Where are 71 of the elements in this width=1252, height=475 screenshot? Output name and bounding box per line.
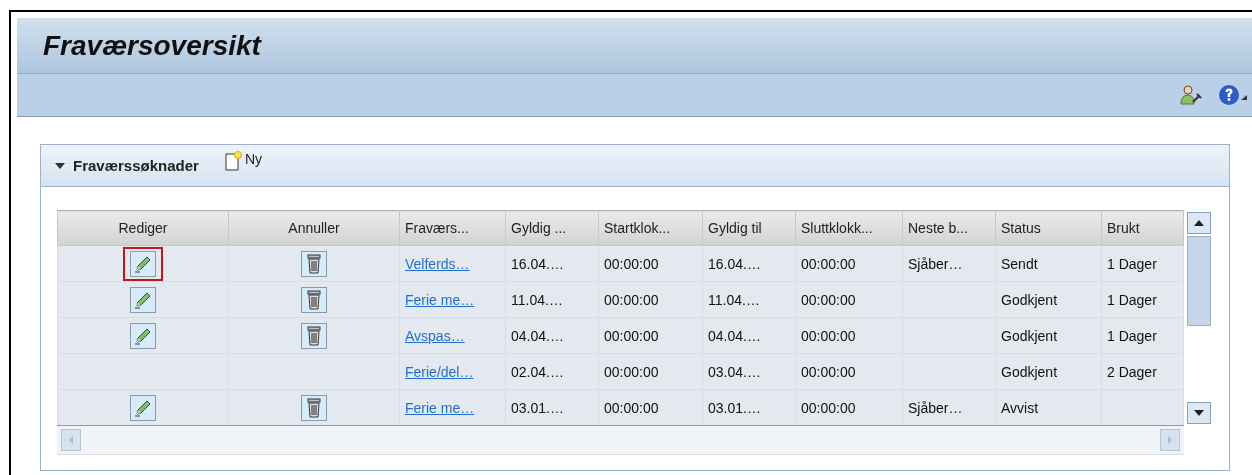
page-title: Fraværsoversikt	[43, 29, 261, 62]
edit-button[interactable]	[130, 322, 156, 349]
trash-icon	[306, 253, 322, 274]
column-header[interactable]: Fraværs...	[399, 210, 506, 246]
pencil-icon	[134, 398, 152, 417]
table-cell: 2 Dager	[1107, 363, 1157, 380]
edit-button[interactable]	[130, 394, 156, 421]
pencil-icon	[134, 290, 152, 309]
delete-button[interactable]	[301, 394, 327, 421]
table-cell: 03.01.…	[708, 399, 761, 416]
table-cell: 00:00:00	[801, 291, 856, 308]
table-cell: 00:00:00	[801, 255, 856, 272]
collapse-icon[interactable]	[55, 161, 65, 170]
column-header[interactable]: Neste b...	[902, 210, 996, 246]
table-cell: Godkjent	[1001, 363, 1058, 380]
column-header[interactable]: Gyldig til	[702, 210, 796, 246]
scroll-down-button[interactable]	[1187, 402, 1211, 424]
table-cell: Godkjent	[1001, 327, 1058, 344]
pencil-icon	[134, 254, 152, 273]
column-header[interactable]: Rediger	[57, 210, 229, 246]
table-cell: 00:00:00	[604, 255, 659, 272]
table-cell: 04.04.…	[708, 327, 761, 344]
table-cell: Godkjent	[1001, 291, 1058, 308]
column-header[interactable]: Annuller	[228, 210, 400, 246]
new-button[interactable]: Ny	[224, 150, 263, 171]
panel-title: Fraværssøknader	[73, 157, 199, 174]
table-cell: 16.04.…	[511, 255, 564, 272]
edit-button[interactable]	[130, 250, 156, 277]
delete-button[interactable]	[301, 322, 327, 349]
scrollbar-thumb[interactable]	[1187, 236, 1211, 326]
table-cell: Sjåber…	[908, 399, 963, 416]
table-cell: 00:00:00	[604, 363, 659, 380]
column-header[interactable]: Startklok...	[598, 210, 703, 246]
vertical-scrollbar[interactable]	[1184, 210, 1213, 424]
table-cell: Sendt	[1001, 255, 1038, 272]
delete-button[interactable]	[301, 250, 327, 277]
table-cell: 11.04.…	[511, 291, 563, 308]
trash-icon	[306, 397, 322, 418]
delete-button[interactable]	[301, 286, 327, 313]
table-cell: 11.04.…	[708, 291, 760, 308]
table-cell: 16.04.…	[708, 255, 761, 272]
up-arrow-icon	[1193, 219, 1205, 227]
trash-icon	[306, 325, 322, 346]
table-cell: 03.04.…	[708, 363, 761, 380]
table-cell: 1 Dager	[1107, 291, 1157, 308]
right-arrow-icon	[1166, 435, 1174, 445]
table-cell: 00:00:00	[604, 291, 659, 308]
down-arrow-icon	[1193, 409, 1205, 417]
help-icon[interactable]	[1218, 84, 1248, 106]
table-cell: Sjåber…	[908, 255, 963, 272]
table-cell: 00:00:00	[604, 327, 659, 344]
table-cell: 00:00:00	[801, 327, 856, 344]
pencil-icon	[134, 326, 152, 345]
edit-button[interactable]	[130, 286, 156, 313]
column-header[interactable]: Gyldig ...	[505, 210, 599, 246]
table-cell: 00:00:00	[801, 363, 856, 380]
table-cell: 02.04.…	[511, 363, 564, 380]
column-header[interactable]: Brukt	[1101, 210, 1184, 246]
table-cell: 1 Dager	[1107, 255, 1157, 272]
trash-icon	[306, 289, 322, 310]
user-settings-icon[interactable]	[1180, 85, 1202, 105]
table-cell: Avvist	[1001, 399, 1039, 416]
table-cell: 03.01.…	[511, 399, 564, 416]
left-arrow-icon	[67, 435, 75, 445]
table-cell: 00:00:00	[801, 399, 856, 416]
table-cell: 04.04.…	[511, 327, 564, 344]
column-header[interactable]: Status	[995, 210, 1102, 246]
column-header[interactable]: Sluttklokk...	[795, 210, 903, 246]
scroll-up-button[interactable]	[1187, 212, 1211, 234]
table-cell: 00:00:00	[604, 399, 659, 416]
table-cell: 1 Dager	[1107, 327, 1157, 344]
